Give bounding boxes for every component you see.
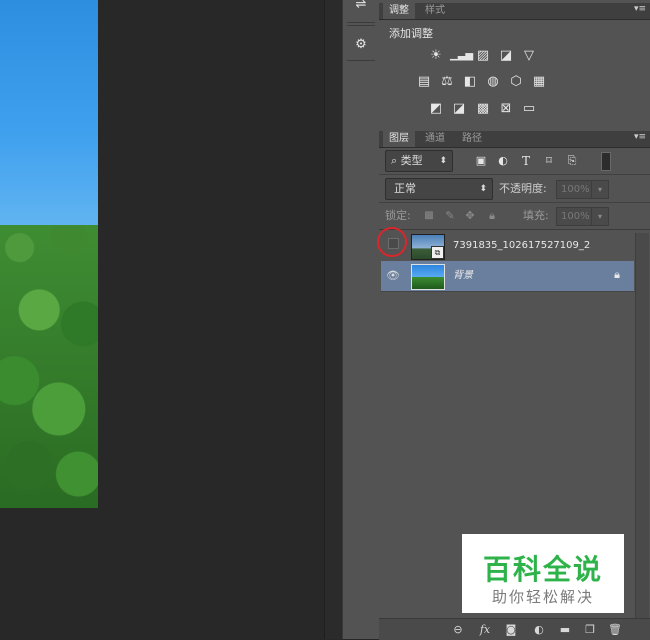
channel-mixer-icon[interactable]: ⬡ [507, 74, 525, 90]
tab-styles[interactable]: 样式 [419, 3, 451, 19]
panel-icon-strip: ⇌ ⚙ [342, 0, 380, 639]
lock-transparent-icon[interactable]: ▩ [420, 208, 438, 224]
filter-kind-label: 类型 [400, 154, 423, 167]
layers-panel-menu-icon[interactable]: ▾≡ [634, 132, 646, 142]
brightness-icon[interactable]: ☀ [427, 48, 445, 64]
posterize-icon[interactable]: ◪ [450, 101, 468, 117]
layer-style-icon[interactable]: fx [475, 619, 495, 640]
curves-icon[interactable]: ▨ [474, 48, 492, 64]
layer-filter-kind-select[interactable]: ⌕ 类型 ⬍ [385, 150, 453, 172]
layers-tabbar: 图层 通道 路径 ▾≡ [379, 131, 650, 148]
lock-all-icon[interactable]: 🔒︎ [483, 208, 501, 224]
layers-scrollbar[interactable] [635, 233, 649, 618]
tab-channels[interactable]: 通道 [419, 131, 451, 147]
gradient-map-icon[interactable]: ▭ [520, 101, 538, 117]
add-mask-icon[interactable]: ◙ [501, 619, 521, 640]
hue-saturation-icon[interactable]: ▤ [415, 74, 433, 90]
blend-mode-label: 正常 [394, 182, 416, 195]
select-arrows-icon: ⬍ [479, 184, 487, 194]
lock-icon: 🔒︎ [614, 268, 620, 281]
fill-dropdown-button[interactable]: ▾ [591, 207, 609, 226]
select-arrows-icon: ⬍ [439, 156, 447, 166]
document-image [0, 0, 98, 508]
properties-panel-icon[interactable]: ⚙ [349, 34, 373, 56]
photo-filter-icon[interactable]: ◍ [484, 74, 502, 90]
new-group-icon[interactable]: ▬ [555, 619, 575, 640]
sky-region [0, 0, 98, 240]
lock-label: 锁定: [385, 209, 411, 222]
layer-name: 7391835_102617527109_2 [453, 240, 591, 251]
lock-pixels-icon[interactable]: ✎ [441, 208, 459, 224]
watermark: 百科全说 助你轻松解决 [462, 534, 624, 613]
opacity-field[interactable]: 100% [556, 180, 592, 199]
canvas-scrollbar[interactable] [324, 0, 342, 639]
lock-position-icon[interactable]: ✥ [461, 208, 479, 224]
highlight-circle [377, 227, 407, 257]
blend-mode-select[interactable]: 正常 ⬍ [385, 178, 493, 200]
trees-region [0, 225, 98, 508]
tab-paths[interactable]: 路径 [456, 131, 488, 147]
layer-row[interactable]: ⧉ 7391835_102617527109_2 [377, 227, 634, 262]
layer-thumbnail: ⧉ [411, 234, 445, 260]
tab-layers[interactable]: 图层 [383, 131, 415, 147]
layer-name: 背景 [453, 270, 473, 281]
smart-object-badge-icon: ⧉ [431, 246, 444, 259]
eye-icon[interactable]: 👁︎ [385, 268, 401, 284]
document-canvas[interactable] [0, 0, 324, 639]
filter-smart-object-icon[interactable]: ⎘ [563, 153, 581, 169]
fill-label: 填充: [523, 209, 549, 222]
adjustments-panel-menu-icon[interactable]: ▾≡ [634, 4, 646, 14]
exposure-icon[interactable]: ◪ [497, 48, 515, 64]
selective-color-icon[interactable]: ⊠ [497, 101, 515, 117]
black-white-icon[interactable]: ◧ [461, 74, 479, 90]
delete-layer-icon[interactable]: 🗑︎ [605, 619, 625, 640]
filter-type-icon[interactable]: T [517, 153, 535, 169]
color-balance-icon[interactable]: ⚖ [438, 74, 456, 90]
vibrance-icon[interactable]: ▽ [520, 48, 538, 64]
new-adjustment-layer-icon[interactable]: ◐ [529, 619, 549, 640]
search-icon: ⌕ [391, 154, 398, 167]
history-panel-icon[interactable]: ⇌ [349, 0, 373, 16]
filter-pixel-icon[interactable]: ▣ [472, 153, 490, 169]
opacity-dropdown-button[interactable]: ▾ [591, 180, 609, 199]
new-layer-icon[interactable]: ❐ [580, 619, 600, 640]
link-layers-icon[interactable]: ⊖ [448, 619, 468, 640]
add-adjustment-heading: 添加调整 [389, 27, 433, 40]
watermark-subtitle: 助你轻松解决 [491, 588, 594, 606]
filter-adjustment-icon[interactable]: ◐ [494, 153, 512, 169]
tab-adjustments[interactable]: 调整 [383, 3, 415, 19]
color-lookup-icon[interactable]: ▦ [530, 74, 548, 90]
layers-bottom-toolbar: ⊖ fx ◙ ◐ ▬ ❐ 🗑︎ [379, 618, 650, 640]
filter-shape-icon[interactable]: ⌑ [540, 153, 558, 169]
adjustments-tabbar: 调整 样式 ▾≡ [379, 3, 650, 20]
filter-toggle-switch[interactable] [601, 152, 611, 171]
opacity-label: 不透明度: [499, 182, 547, 195]
threshold-icon[interactable]: ▩ [474, 101, 492, 117]
layer-row-background[interactable]: 👁︎ 背景 🔒︎ [381, 261, 634, 292]
fill-field[interactable]: 100% [556, 207, 592, 226]
layer-thumbnail [411, 264, 445, 290]
watermark-title: 百科全说 [482, 553, 603, 586]
levels-icon[interactable]: ▁▃▅ [450, 48, 473, 64]
invert-icon[interactable]: ◩ [427, 101, 445, 117]
